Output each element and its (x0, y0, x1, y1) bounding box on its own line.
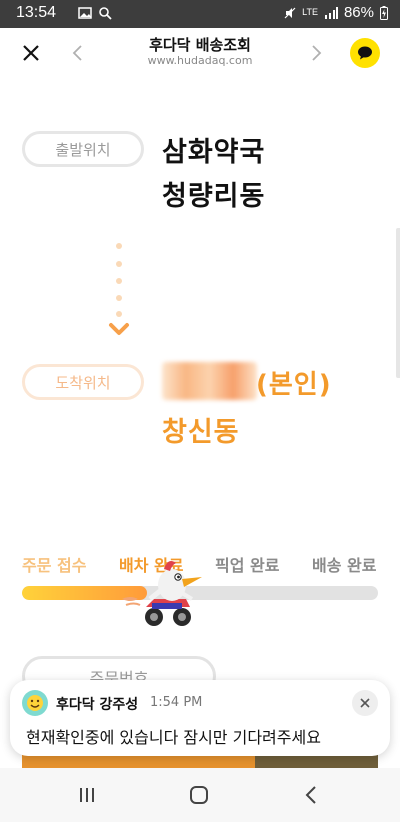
mute-icon (284, 7, 296, 18)
page-url: www.hudadaq.com (147, 54, 253, 67)
notification-sender: 후다닥 강주성 (56, 697, 139, 713)
route-dot (116, 261, 122, 267)
page-title: 후다닥 배송조회 (149, 36, 251, 54)
notification-message: 현재확인중에 있습니다 잠시만 기다려주세요 (26, 728, 321, 747)
kakao-button[interactable] (350, 38, 380, 68)
smiley-icon (27, 695, 43, 711)
chat-bubble-icon (358, 46, 372, 60)
chevron-down-icon (109, 323, 129, 335)
destination-label: 도착위치 (22, 364, 144, 400)
back-button[interactable] (62, 38, 92, 68)
step-picked-up: 픽업 완료 (215, 556, 280, 575)
battery-percent: 86% (343, 4, 374, 21)
origin-area: 청량리동 (162, 181, 266, 212)
back-nav-button[interactable] (296, 782, 326, 808)
chevron-right-icon (312, 45, 322, 61)
network-type: LTE (302, 7, 318, 17)
delivery-rider-icon (122, 561, 202, 626)
destination-suffix: (본인) (256, 370, 332, 400)
search-icon (99, 7, 112, 20)
route-dot (116, 278, 122, 284)
step-delivered: 배송 완료 (312, 556, 377, 575)
chat-notification[interactable]: 후다닥 강주성 1:54 PM 현재확인중에 있습니다 잠시만 기다려주세요 (10, 680, 390, 756)
destination-area: 창신동 (162, 417, 240, 448)
battery-icon (380, 5, 388, 20)
signal-icon (324, 6, 338, 19)
status-bar: 13:54 LTE 86% (0, 0, 400, 28)
avatar (22, 690, 48, 716)
home-button[interactable] (184, 782, 214, 808)
back-icon (305, 786, 316, 804)
chevron-left-icon (72, 45, 82, 61)
home-icon (190, 786, 208, 804)
notification-close-button[interactable] (352, 690, 378, 716)
status-time: 13:54 (16, 4, 57, 21)
route-dot (116, 243, 122, 249)
close-button[interactable] (16, 38, 46, 68)
close-icon (360, 698, 370, 708)
origin-label: 출발위치 (22, 131, 144, 167)
scrollbar[interactable] (396, 228, 400, 378)
system-nav-bar (0, 768, 400, 822)
browser-header: 후다닥 배송조회 www.hudadaq.com (0, 28, 400, 78)
route-dot (116, 311, 122, 317)
step-ordered: 주문 접수 (22, 556, 87, 575)
route-dot (116, 295, 122, 301)
close-icon (23, 45, 39, 61)
gallery-icon (78, 7, 92, 19)
recent-apps-button[interactable] (72, 782, 102, 808)
notification-time: 1:54 PM (150, 695, 203, 710)
redacted-name (162, 362, 257, 400)
forward-button[interactable] (302, 38, 332, 68)
origin-name: 삼화약국 (162, 137, 266, 168)
status-right: LTE 86% (284, 4, 388, 21)
recent-apps-icon (80, 788, 94, 802)
